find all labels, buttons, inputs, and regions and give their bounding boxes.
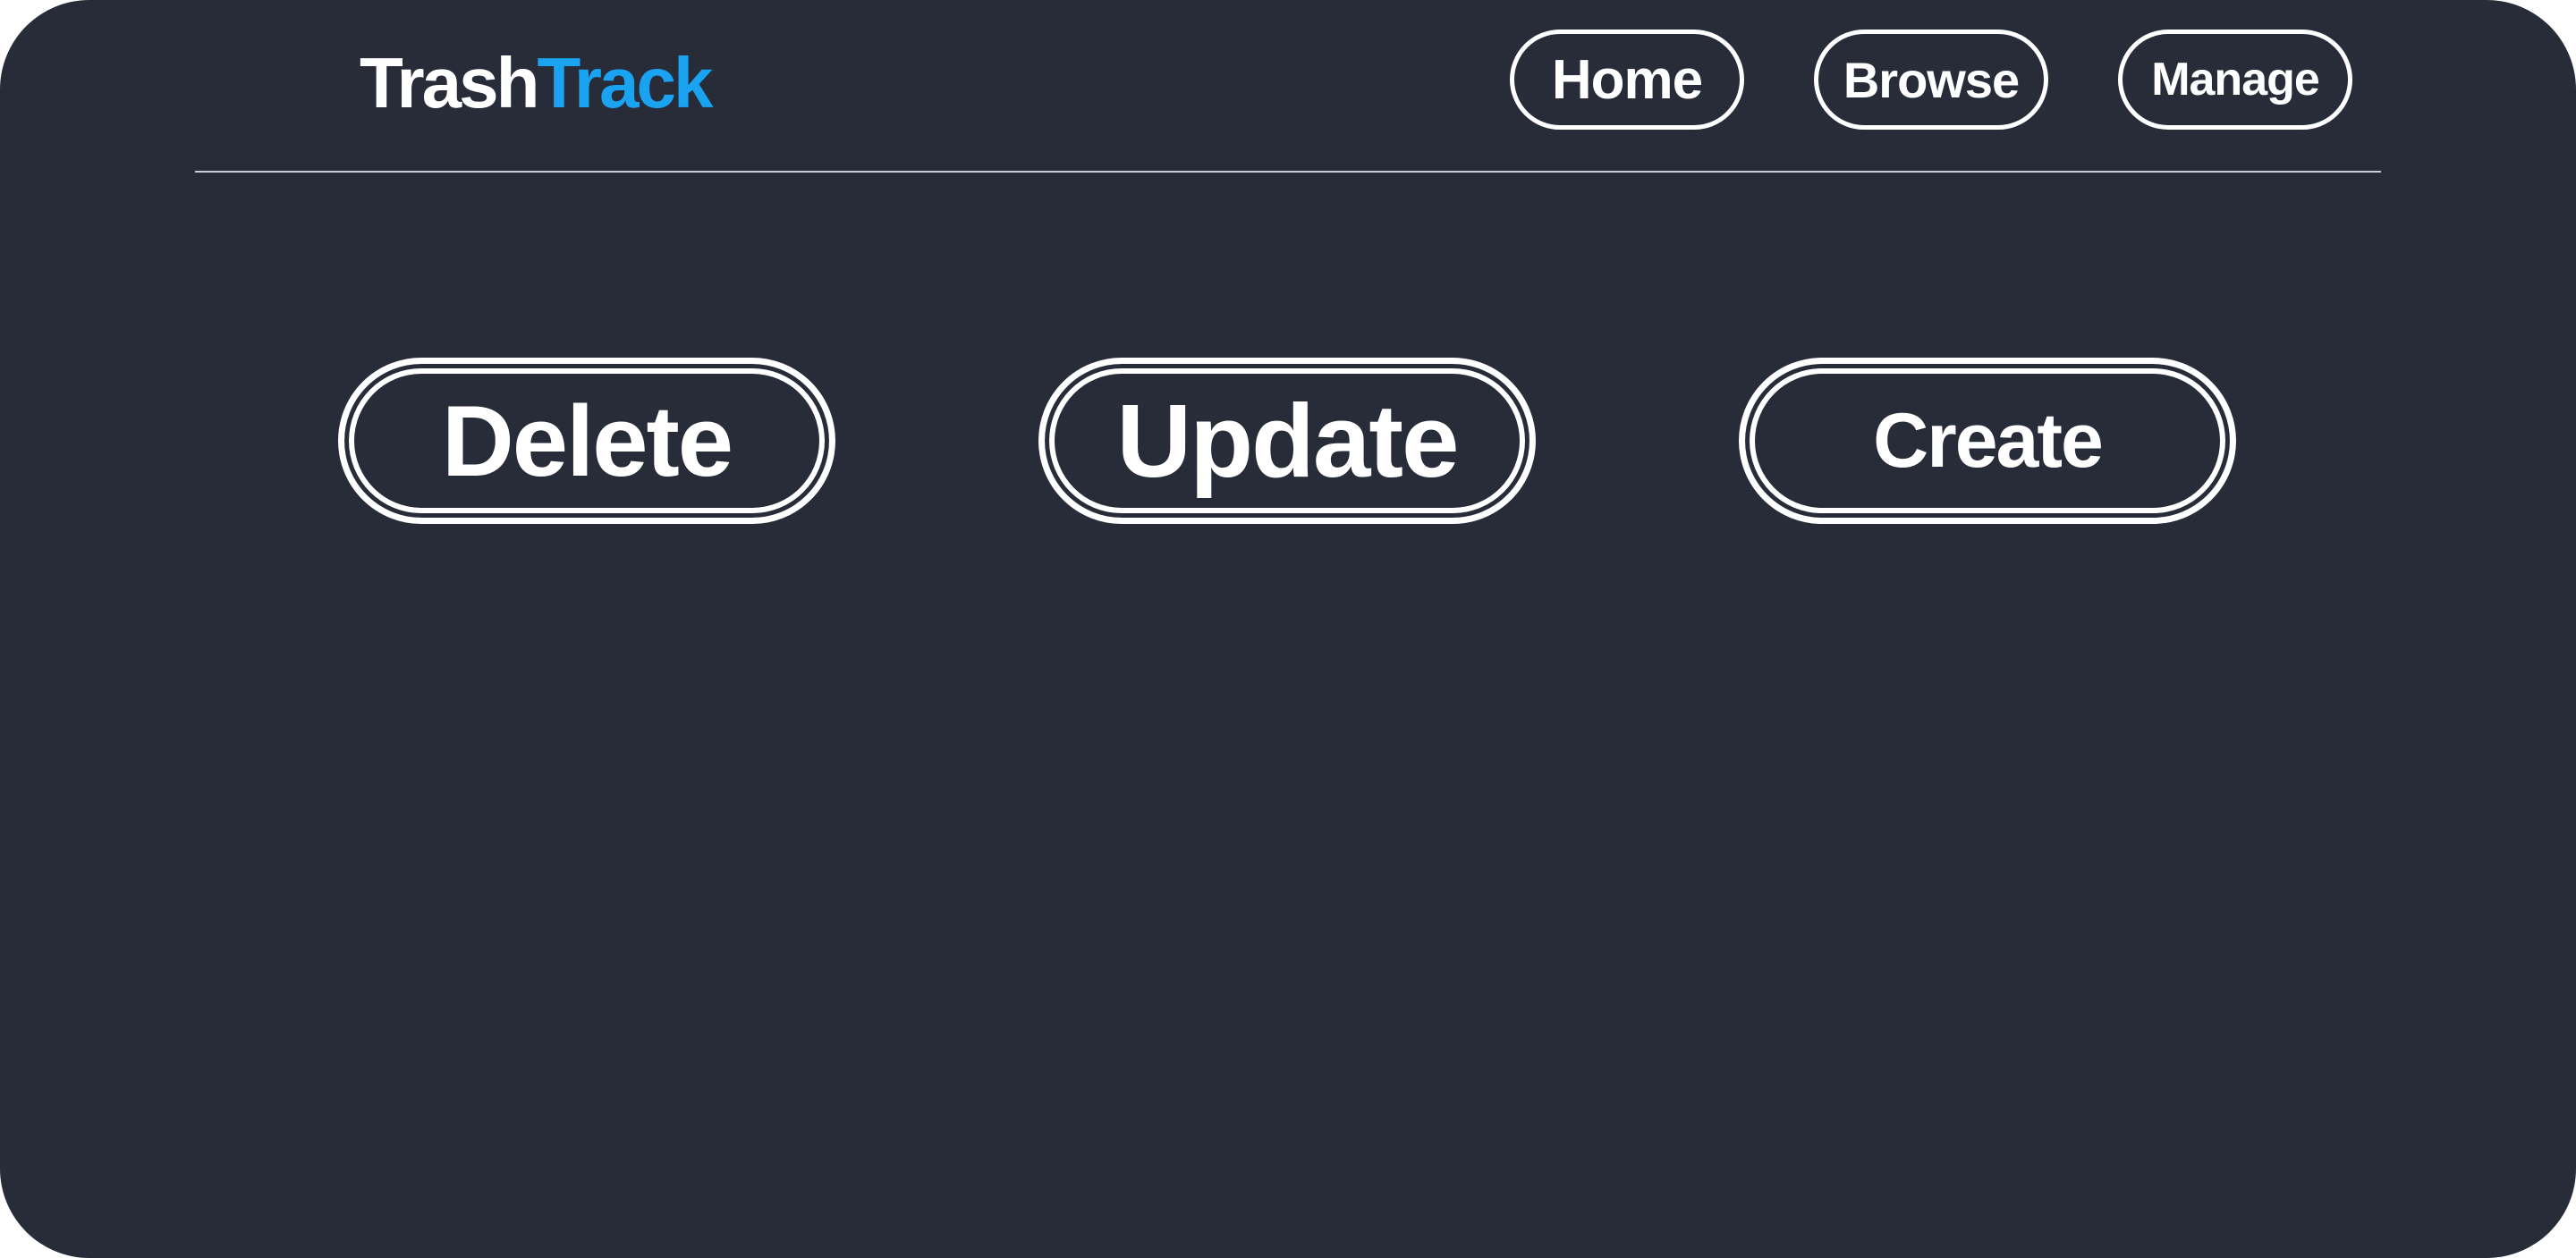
brand-logo[interactable]: TrashTrack [360,43,714,123]
update-button[interactable]: Update [1038,358,1536,524]
header-divider [195,171,2381,173]
brand-logo-part-track: Track [537,43,713,122]
create-button[interactable]: Create [1739,358,2236,524]
delete-button[interactable]: Delete [338,358,835,524]
app-window: TrashTrack Home Browse Manage Delete Upd… [0,0,2576,1258]
brand-logo-part-trash: Trash [360,43,539,122]
nav-home-button[interactable]: Home [1510,30,1744,130]
nav-manage-button[interactable]: Manage [2118,30,2352,130]
nav-browse-button[interactable]: Browse [1814,30,2048,130]
